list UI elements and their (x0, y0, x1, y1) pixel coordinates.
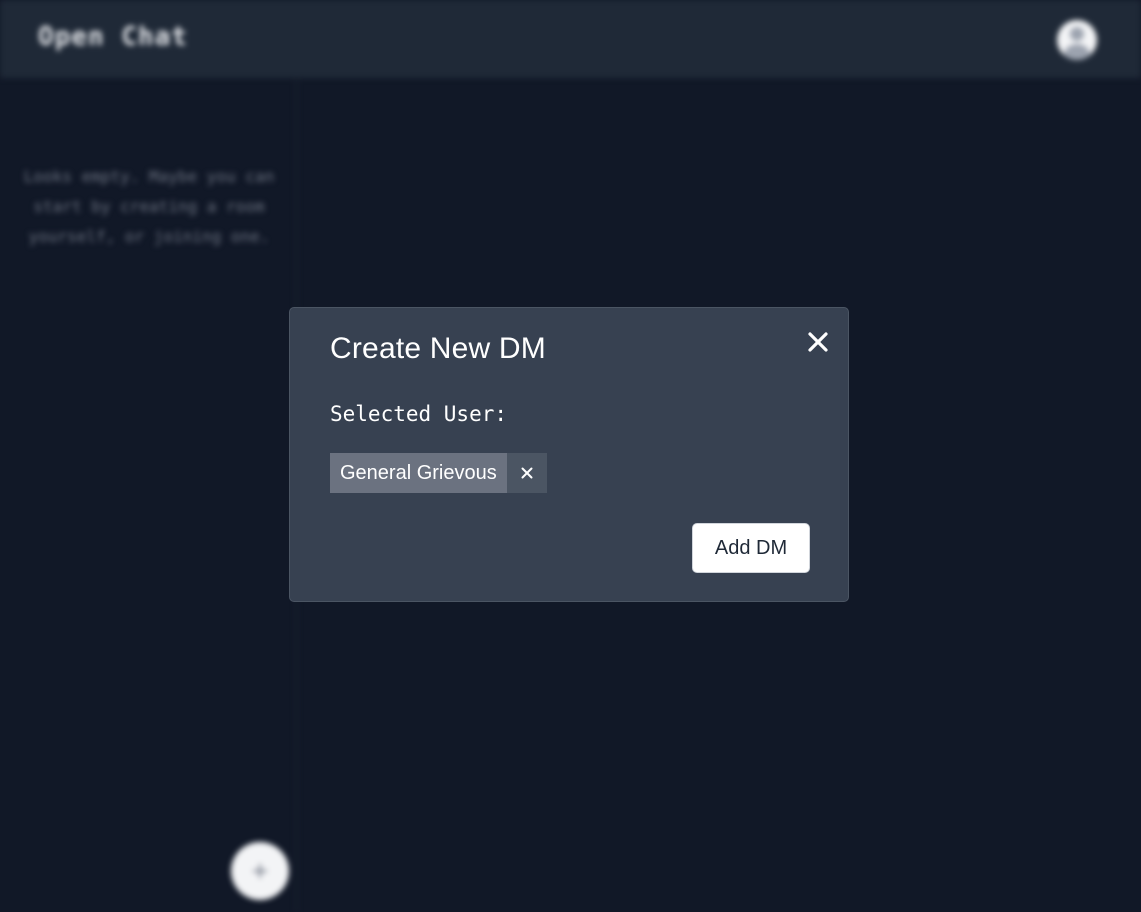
user-icon (1070, 27, 1084, 41)
selected-user-name: General Grievous (330, 453, 507, 493)
top-bar: Open Chat (0, 0, 1141, 78)
new-room-button[interactable]: + (231, 842, 289, 900)
remove-user-button[interactable] (506, 453, 547, 493)
avatar[interactable] (1057, 20, 1097, 60)
selected-user-chip: General Grievous (330, 453, 547, 493)
empty-rooms-message: Looks empty. Maybe you can start by crea… (23, 167, 275, 246)
create-dm-modal: Create New DM Selected User: General Gri… (289, 307, 849, 602)
selected-user-label: Selected User: (330, 402, 508, 426)
close-icon (521, 467, 533, 479)
close-icon (808, 332, 828, 352)
close-modal-button[interactable] (804, 328, 832, 356)
brand-logo: Open Chat (38, 22, 188, 52)
plus-icon: + (250, 858, 270, 884)
modal-title: Create New DM (330, 332, 546, 365)
add-dm-button[interactable]: Add DM (692, 523, 810, 573)
sidebar: Looks empty. Maybe you can start by crea… (0, 78, 297, 912)
app-root: Open Chat Looks empty. Maybe you can sta… (0, 0, 1141, 912)
